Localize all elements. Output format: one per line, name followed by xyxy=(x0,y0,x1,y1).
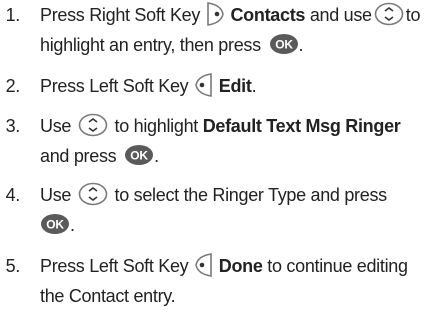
ok-key-icon: OK xyxy=(269,33,299,55)
step-text-part: . xyxy=(154,146,159,166)
step-text-part: to continue editing xyxy=(267,256,408,276)
step-text-part: . xyxy=(298,35,304,55)
right-soft-key-icon xyxy=(205,1,226,27)
navigation-key-icon xyxy=(374,2,404,26)
edit-label: Edit xyxy=(218,76,252,96)
ok-key-icon: OK xyxy=(124,144,154,166)
step-text-part: Press Right Soft Key xyxy=(40,5,201,25)
step-number: 1. xyxy=(5,5,21,25)
step-text-part: Use xyxy=(40,185,72,205)
step-text-part: highlight an entry, then press xyxy=(40,35,261,55)
step-text-part: Use xyxy=(40,116,72,136)
left-soft-key-icon xyxy=(193,72,214,98)
svg-text:OK: OK xyxy=(275,38,293,52)
instructions-page: 1. Press Right Soft Key Contacts and use xyxy=(0,0,444,314)
step-text-part: to select the Ringer Type and press xyxy=(114,185,388,205)
step-text-part: to xyxy=(405,5,421,25)
step-text-part: Press Left Soft Key xyxy=(40,256,189,276)
contacts-label: Contacts xyxy=(230,5,306,25)
done-label: Done xyxy=(218,256,263,276)
step-text-part: . xyxy=(251,76,257,96)
step-number: 3. xyxy=(5,116,21,136)
svg-text:OK: OK xyxy=(46,218,64,232)
navigation-key-icon xyxy=(78,182,108,206)
navigation-key-icon xyxy=(78,113,108,137)
step-text-part: and use xyxy=(309,5,372,25)
ok-key-icon: OK xyxy=(40,213,70,235)
step-text-part: the Contact entry. xyxy=(40,286,176,306)
step-number: 2. xyxy=(5,76,21,96)
step-text-part: Press Left Soft Key xyxy=(40,76,189,96)
default-text-msg-ringer-label: Default Text Msg Ringer xyxy=(202,116,401,136)
step-text-part: to highlight xyxy=(114,116,199,136)
step-number: 5. xyxy=(5,256,21,276)
step-number: 4. xyxy=(5,185,21,205)
step-text-part: . xyxy=(70,215,75,235)
step-text-part: and press xyxy=(40,146,117,166)
svg-text:OK: OK xyxy=(130,149,148,163)
left-soft-key-icon xyxy=(193,252,214,278)
